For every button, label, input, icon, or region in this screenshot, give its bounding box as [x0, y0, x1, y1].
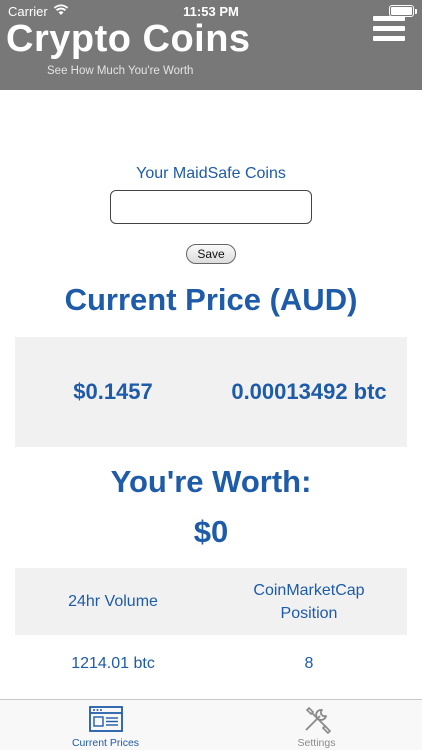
- tab-current-prices[interactable]: Current Prices: [0, 700, 211, 750]
- position-value: 8: [304, 654, 314, 672]
- status-time: 11:53 PM: [183, 3, 239, 19]
- current-price-heading: Current Price (AUD): [64, 282, 358, 317]
- status-bar: Carrier 11:53 PM: [0, 0, 422, 22]
- stats-value-row: 1214.01 btc 8: [15, 635, 407, 691]
- app-title: Crypto Coins: [6, 18, 251, 60]
- tab-settings[interactable]: Settings: [211, 700, 422, 750]
- browser-window-icon: [89, 704, 123, 734]
- tab-settings-label: Settings: [297, 737, 336, 749]
- battery-icon: [389, 5, 417, 17]
- price-panel: $0.1457 0.00013492 btc: [15, 337, 407, 447]
- tab-bar: Current Prices Settings: [0, 699, 422, 750]
- worth-value: $0: [193, 514, 229, 549]
- volume-header: 24hr Volume: [68, 593, 158, 610]
- price-aud-value: $0.1457: [73, 379, 153, 404]
- tab-current-prices-label: Current Prices: [71, 737, 140, 749]
- position-header: CoinMarketCap Position: [253, 581, 365, 622]
- coins-input[interactable]: [110, 190, 312, 224]
- volume-value: 1214.01 btc: [71, 654, 155, 672]
- price-btc-value: 0.00013492 btc: [231, 379, 387, 404]
- worth-heading: You're Worth:: [110, 464, 312, 499]
- app-subtitle: See How Much You're Worth: [47, 65, 194, 77]
- wrench-screwdriver-icon: [300, 704, 334, 735]
- stats-header-row: 24hr Volume CoinMarketCap Position: [15, 568, 407, 635]
- coins-label: Your MaidSafe Coins: [136, 165, 286, 182]
- save-button[interactable]: Save: [186, 244, 236, 264]
- stats-table: 24hr Volume CoinMarketCap Position 1214.…: [15, 568, 407, 691]
